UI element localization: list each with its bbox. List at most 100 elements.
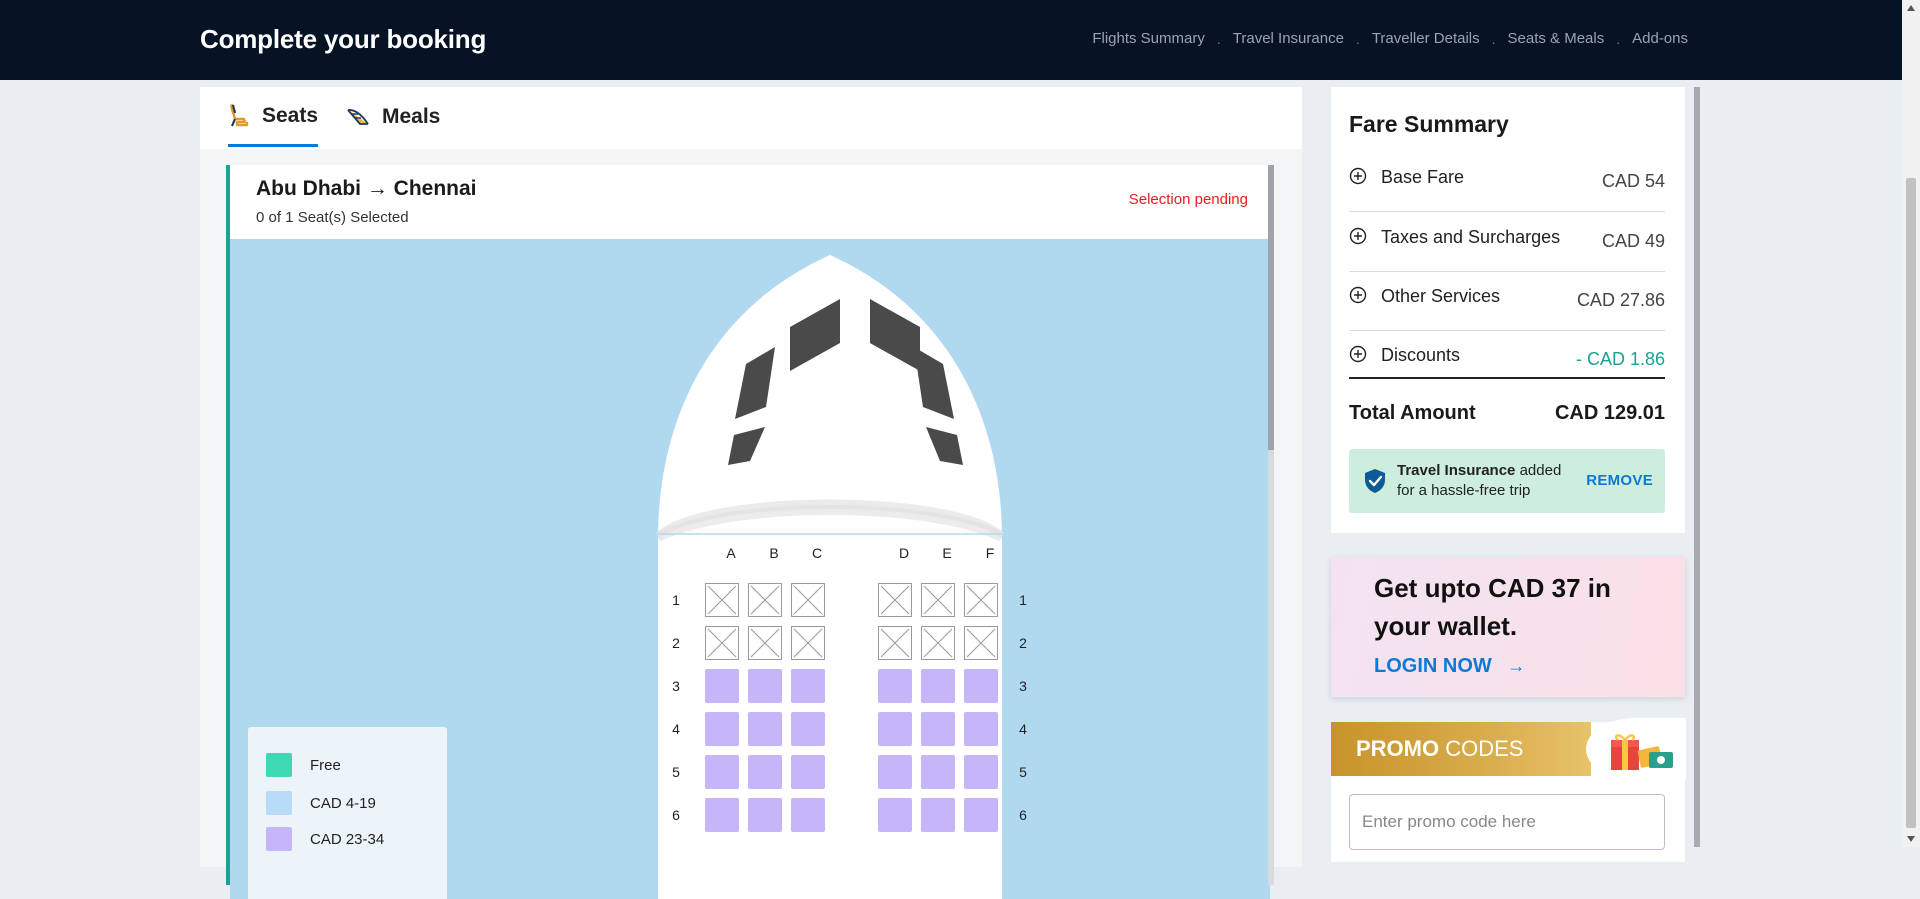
seats-meals-panel: Seats Meals Abu Dhabi → Chennai 0 of 1 S… [200, 87, 1302, 899]
scroll-up-icon[interactable] [1906, 4, 1916, 12]
step-traveller-details[interactable]: Traveller Details [1372, 30, 1480, 47]
row-number-right: 4 [1019, 721, 1027, 737]
promo-banner: PROMO CODES [1331, 722, 1591, 776]
step-travel-insurance[interactable]: Travel Insurance [1233, 30, 1344, 47]
column-label: A [726, 545, 736, 561]
legend-swatch [266, 791, 292, 815]
column-label: B [769, 545, 779, 561]
seat-6f[interactable] [964, 798, 998, 832]
tab-meals-label: Meals [382, 105, 441, 128]
scrollbar-thumb[interactable] [1268, 165, 1274, 450]
fare-row-discounts[interactable]: Discounts - CAD 1.86 [1349, 331, 1665, 389]
seat-6b[interactable] [748, 798, 782, 832]
expand-plus-icon[interactable] [1349, 167, 1367, 185]
seat-legend: Free CAD 4-19 CAD 23-34 [248, 727, 447, 899]
seat-6d[interactable] [878, 798, 912, 832]
seat-1a [705, 583, 739, 617]
tab-seats[interactable]: Seats [228, 87, 319, 147]
step-add-ons[interactable]: Add-ons [1632, 30, 1688, 47]
fare-value: CAD 27.86 [1576, 290, 1665, 310]
tab-bar: Seats Meals [200, 87, 1302, 149]
seats-selected-count: 0 of 1 Seat(s) Selected [256, 209, 409, 226]
seat-unavailable-icon [750, 585, 780, 615]
fare-row-other-services[interactable]: Other Services CAD 27.86 [1349, 272, 1665, 331]
expand-plus-icon[interactable] [1349, 345, 1367, 363]
seat-5b[interactable] [748, 755, 782, 789]
login-now-link[interactable]: LOGIN NOW → [1374, 655, 1525, 678]
fare-value: CAD 54 [1601, 171, 1665, 191]
seat-3f[interactable] [964, 669, 998, 703]
seat-4a[interactable] [705, 712, 739, 746]
insurance-notice: Travel Insurance added for a hassle-free… [1349, 449, 1665, 513]
seat-1f [964, 583, 998, 617]
fare-label: Taxes and Surcharges [1381, 227, 1561, 247]
expand-plus-icon[interactable] [1349, 286, 1367, 304]
remove-insurance-button[interactable]: REMOVE [1586, 472, 1653, 489]
seat-5f[interactable] [964, 755, 998, 789]
row-number-left: 4 [672, 721, 680, 737]
seat-6c[interactable] [791, 798, 825, 832]
promo-code-input[interactable] [1349, 794, 1665, 850]
seat-5a[interactable] [705, 755, 739, 789]
seat-3c[interactable] [791, 669, 825, 703]
row-number-left: 6 [672, 807, 680, 823]
seat-5c[interactable] [791, 755, 825, 789]
seat-3e[interactable] [921, 669, 955, 703]
legend-label: Free [310, 756, 341, 774]
seat-1d [878, 583, 912, 617]
fare-row-base-fare[interactable]: Base Fare CAD 54 [1349, 153, 1665, 212]
seat-unavailable-icon [707, 628, 737, 658]
row-number-left: 1 [672, 592, 680, 608]
legend-swatch [266, 753, 292, 777]
seat-unavailable-icon [793, 628, 823, 658]
seat-4c[interactable] [791, 712, 825, 746]
seat-4b[interactable] [748, 712, 782, 746]
fare-label: Other Services [1381, 286, 1501, 306]
legend-swatch [266, 827, 292, 851]
seat-5d[interactable] [878, 755, 912, 789]
fare-row-taxes[interactable]: Taxes and Surcharges CAD 49 [1349, 213, 1665, 272]
arrow-right-icon: → [1507, 656, 1526, 676]
top-header: Complete your booking Flights Summary . … [0, 0, 1920, 80]
seat-3a[interactable] [705, 669, 739, 703]
seat-1c [791, 583, 825, 617]
seat-2f [964, 626, 998, 660]
seat-unavailable-icon [793, 585, 823, 615]
promo-title: PROMO CODES [1356, 736, 1523, 762]
sidebar-scrollbar[interactable] [1694, 87, 1700, 847]
seat-6e[interactable] [921, 798, 955, 832]
shield-check-icon [1365, 469, 1385, 493]
seat-6a[interactable] [705, 798, 739, 832]
step-flights-summary[interactable]: Flights Summary [1092, 30, 1205, 47]
promo-title-bold: PROMO [1356, 736, 1440, 761]
seat-2d [878, 626, 912, 660]
page-scrollbar[interactable] [1902, 0, 1920, 847]
row-number-left: 3 [672, 678, 680, 694]
seat-5e[interactable] [921, 755, 955, 789]
scrollbar-thumb[interactable] [1906, 178, 1916, 828]
seat-3b[interactable] [748, 669, 782, 703]
seat-2c [791, 626, 825, 660]
seat-map-scrollbar[interactable] [1268, 165, 1274, 885]
seat-unavailable-icon [966, 585, 996, 615]
seat-4e[interactable] [921, 712, 955, 746]
tab-meals[interactable]: Meals [346, 87, 440, 147]
row-number-right: 6 [1019, 807, 1027, 823]
row-number-left: 5 [672, 764, 680, 780]
seat-icon [228, 103, 250, 129]
seat-3d[interactable] [878, 669, 912, 703]
seat-4d[interactable] [878, 712, 912, 746]
insurance-bold: Travel Insurance [1397, 462, 1516, 479]
expand-plus-icon[interactable] [1349, 227, 1367, 245]
step-seats-meals[interactable]: Seats & Meals [1508, 30, 1605, 47]
gift-icon [1611, 734, 1673, 770]
scrollbar-thumb[interactable] [1694, 87, 1700, 847]
fare-value-discount: - CAD 1.86 [1575, 349, 1665, 369]
row-number-right: 1 [1019, 592, 1027, 608]
promo-codes-card: PROMO CODES [1331, 718, 1686, 862]
row-number-right: 5 [1019, 764, 1027, 780]
booking-steps: Flights Summary . Travel Insurance . Tra… [1092, 30, 1688, 47]
scroll-down-icon[interactable] [1906, 835, 1916, 843]
legend-item: Free [266, 753, 341, 777]
seat-4f[interactable] [964, 712, 998, 746]
